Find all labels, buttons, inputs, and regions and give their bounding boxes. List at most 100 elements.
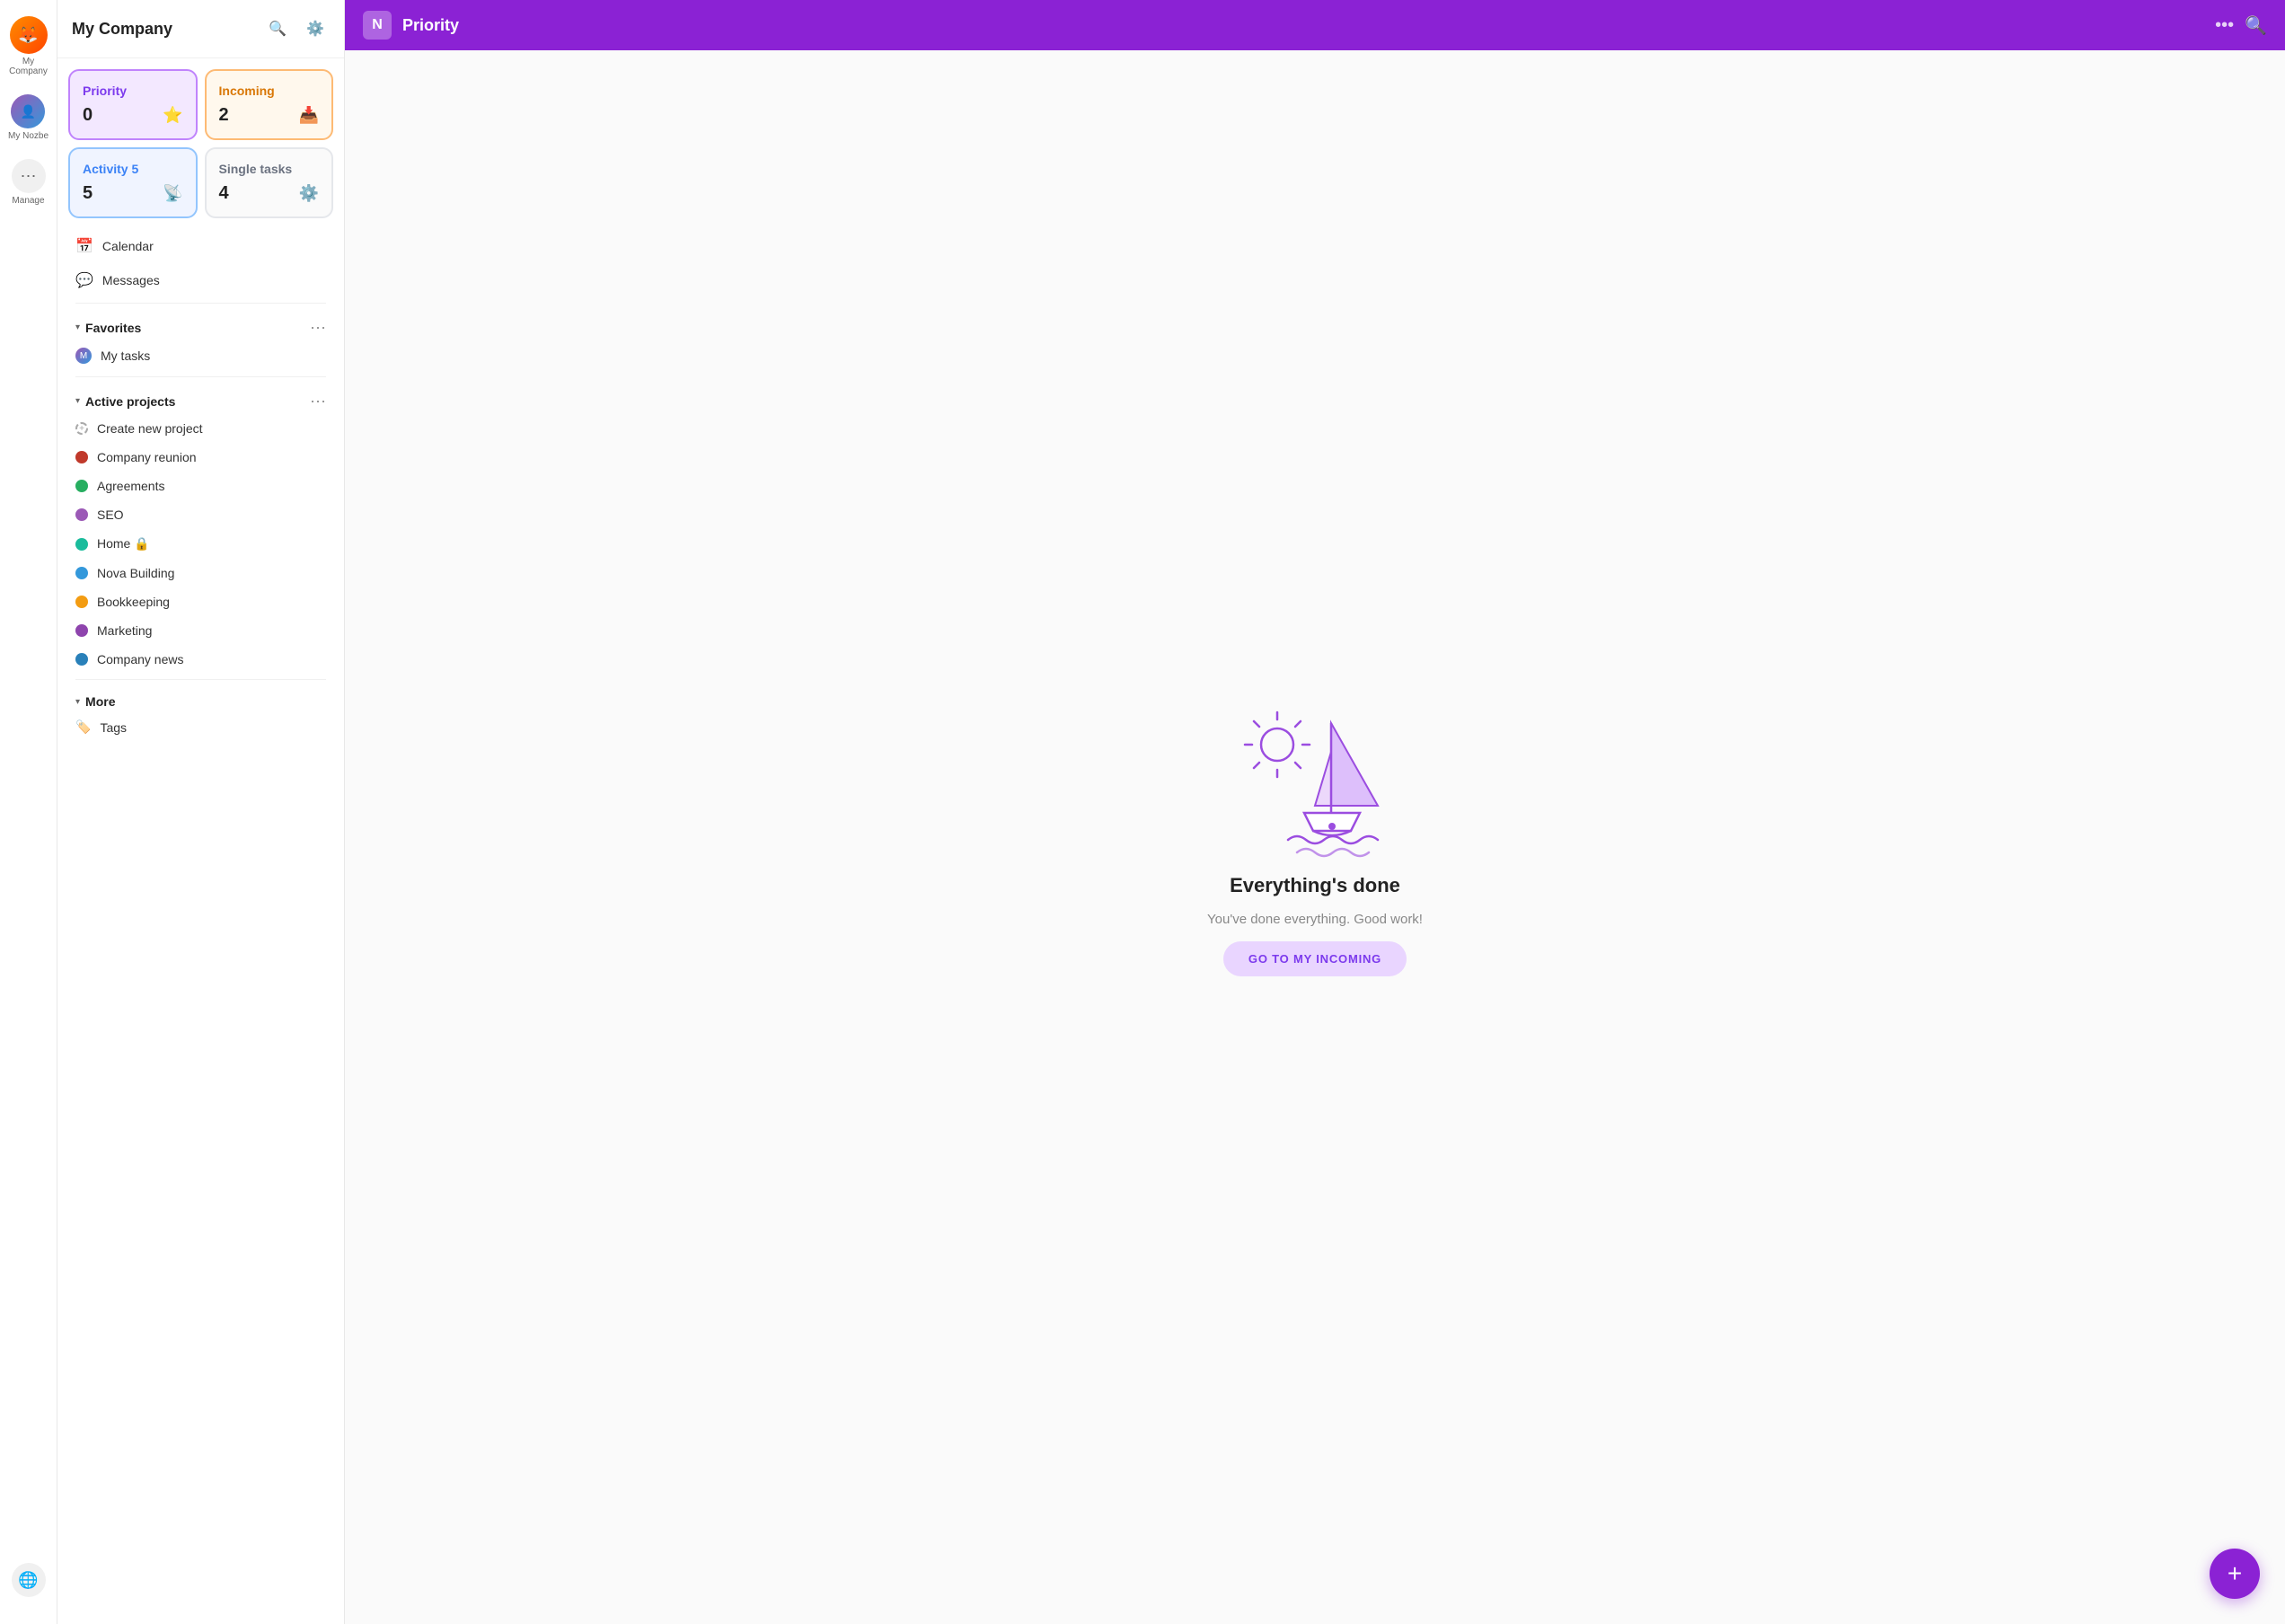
- project-company-reunion[interactable]: Company reunion: [68, 443, 333, 472]
- active-projects-more-button[interactable]: ···: [310, 392, 326, 410]
- manage-label: Manage: [12, 196, 44, 206]
- divider-3: [75, 679, 326, 680]
- project-dot-marketing: [75, 624, 88, 637]
- sidebar-title: My Company: [72, 20, 172, 39]
- create-project-icon: +: [75, 422, 88, 435]
- company-avatar-item[interactable]: 🦊 My Company: [0, 11, 57, 82]
- tile-priority-icon: ⭐: [163, 106, 182, 125]
- sidebar: My Company 🔍 ⚙️ Priority 0 ⭐ Incoming 2 …: [57, 0, 345, 1624]
- main-content: N Priority ••• 🔍: [345, 0, 2285, 1624]
- tile-single[interactable]: Single tasks 4 ⚙️: [205, 147, 334, 218]
- my-tasks-avatar: M: [75, 348, 92, 364]
- company-avatar: 🦊: [10, 16, 48, 54]
- more-title: More: [85, 694, 115, 709]
- project-label-nova-building: Nova Building: [97, 566, 174, 580]
- tile-incoming-icon: 📥: [299, 106, 319, 125]
- search-button[interactable]: 🔍: [263, 14, 292, 43]
- tile-priority-count: 0: [83, 105, 93, 126]
- project-label-marketing: Marketing: [97, 623, 152, 638]
- my-nozbe-avatar: 👤: [11, 94, 45, 128]
- messages-label: Messages: [102, 273, 160, 287]
- my-nozbe-label: My Nozbe: [8, 131, 49, 141]
- nav-calendar[interactable]: 📅 Calendar: [68, 229, 333, 263]
- messages-icon: 💬: [75, 271, 93, 289]
- topbar-title: Priority: [402, 16, 2204, 35]
- project-label-home: Home 🔒: [97, 536, 150, 552]
- tiles-grid: Priority 0 ⭐ Incoming 2 📥 Activity 5 5 📡: [68, 69, 333, 218]
- favorites-header-left[interactable]: ▾ Favorites: [75, 321, 141, 335]
- calendar-icon: 📅: [75, 237, 93, 255]
- tile-single-label: Single tasks: [219, 162, 320, 176]
- settings-button[interactable]: ⚙️: [301, 14, 330, 43]
- manage-item[interactable]: ⋯ Manage: [6, 154, 51, 211]
- project-label-agreements: Agreements: [97, 479, 164, 493]
- project-marketing[interactable]: Marketing: [68, 616, 333, 645]
- my-nozbe-item[interactable]: 👤 My Nozbe: [3, 89, 54, 146]
- tile-incoming[interactable]: Incoming 2 📥: [205, 69, 334, 140]
- manage-icon: ⋯: [12, 159, 46, 193]
- sidebar-scroll: Priority 0 ⭐ Incoming 2 📥 Activity 5 5 📡: [57, 58, 344, 1624]
- project-company-news[interactable]: Company news: [68, 645, 333, 674]
- tile-single-bottom: 4 ⚙️: [219, 183, 320, 204]
- more-section-header: ▾ More: [68, 685, 333, 712]
- favorites-title: Favorites: [85, 321, 141, 335]
- project-agreements[interactable]: Agreements: [68, 472, 333, 500]
- empty-subtitle: You've done everything. Good work!: [1207, 912, 1423, 927]
- topbar-more-button[interactable]: •••: [2215, 15, 2234, 36]
- project-dot-company-news: [75, 653, 88, 666]
- topbar-logo: N: [363, 11, 392, 40]
- sidebar-header-icons: 🔍 ⚙️: [263, 14, 330, 43]
- tile-activity[interactable]: Activity 5 5 📡: [68, 147, 198, 218]
- calendar-label: Calendar: [102, 239, 154, 253]
- tile-incoming-bottom: 2 📥: [219, 105, 320, 126]
- active-projects-title: Active projects: [85, 394, 175, 409]
- active-projects-chevron: ▾: [75, 396, 80, 406]
- tile-activity-count: 5: [83, 183, 93, 204]
- more-header-left[interactable]: ▾ More: [75, 694, 115, 709]
- favorites-my-tasks[interactable]: M My tasks: [68, 340, 333, 371]
- project-dot-nova-building: [75, 567, 88, 579]
- tile-incoming-count: 2: [219, 105, 229, 126]
- tile-single-icon: ⚙️: [299, 184, 319, 203]
- favorites-section-header: ▾ Favorites ···: [68, 309, 333, 340]
- tile-priority-bottom: 0 ⭐: [83, 105, 183, 126]
- tile-incoming-label: Incoming: [219, 84, 320, 98]
- globe-icon: 🌐: [12, 1563, 46, 1597]
- globe-icon-item[interactable]: 🌐: [6, 1558, 51, 1602]
- create-new-project[interactable]: + Create new project: [68, 414, 333, 443]
- project-seo[interactable]: SEO: [68, 500, 333, 529]
- nav-messages[interactable]: 💬 Messages: [68, 263, 333, 297]
- tile-single-count: 4: [219, 183, 229, 204]
- project-dot-bookkeeping: [75, 596, 88, 608]
- topbar-search-button[interactable]: 🔍: [2245, 14, 2267, 37]
- tile-priority-label: Priority: [83, 84, 183, 98]
- nav-tags[interactable]: 🏷️ Tags: [68, 712, 333, 742]
- project-dot-seo: [75, 508, 88, 521]
- sidebar-header: My Company 🔍 ⚙️: [57, 0, 344, 58]
- tags-label: Tags: [100, 720, 127, 735]
- company-name-label: My Company: [5, 57, 51, 76]
- favorites-chevron: ▾: [75, 322, 80, 332]
- tile-activity-label: Activity 5: [83, 162, 183, 176]
- icon-bar: 🦊 My Company 👤 My Nozbe ⋯ Manage 🌐: [0, 0, 57, 1624]
- active-projects-header-left[interactable]: ▾ Active projects: [75, 394, 175, 409]
- go-to-incoming-button[interactable]: GO TO MY INCOMING: [1223, 941, 1407, 976]
- topbar-logo-text: N: [372, 17, 383, 33]
- project-nova-building[interactable]: Nova Building: [68, 559, 333, 587]
- topbar: N Priority ••• 🔍: [345, 0, 2285, 50]
- project-bookkeeping[interactable]: Bookkeeping: [68, 587, 333, 616]
- favorites-more-button[interactable]: ···: [310, 318, 326, 337]
- more-chevron: ▾: [75, 697, 80, 707]
- tags-icon: 🏷️: [75, 719, 91, 735]
- project-dot-home: [75, 538, 88, 551]
- my-tasks-label: My tasks: [101, 349, 150, 363]
- tile-activity-bottom: 5 📡: [83, 183, 183, 204]
- divider-2: [75, 376, 326, 377]
- sailboat-illustration: [1225, 698, 1405, 860]
- project-label-company-reunion: Company reunion: [97, 450, 197, 464]
- project-label-bookkeeping: Bookkeeping: [97, 595, 170, 609]
- project-home[interactable]: Home 🔒: [68, 529, 333, 559]
- tile-priority[interactable]: Priority 0 ⭐: [68, 69, 198, 140]
- fab-add-button[interactable]: +: [2210, 1549, 2260, 1599]
- project-dot-company-reunion: [75, 451, 88, 463]
